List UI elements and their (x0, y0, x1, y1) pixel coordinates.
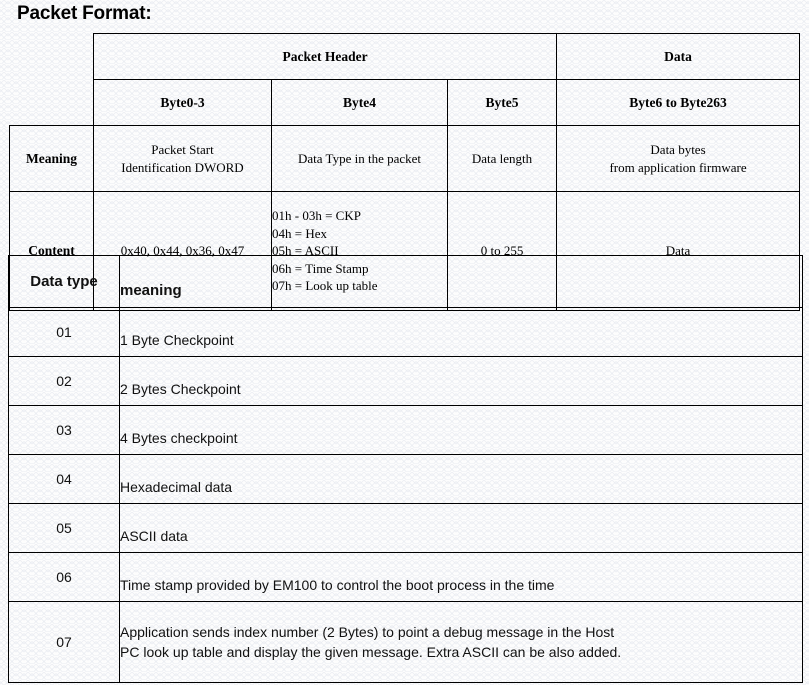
data-type-value-text: 05 (56, 520, 72, 536)
byte-header-byte4: Byte4 (271, 79, 448, 126)
group-header-spacer (10, 34, 94, 80)
data-type-value-text: 07 (56, 634, 72, 650)
data-type-header-row: Data type meaning (8, 255, 803, 308)
table-row: 07 Application sends index number (2 Byt… (8, 601, 803, 683)
content-byte4-line-1: 01h - 03h = CKP (272, 208, 361, 223)
meaning-byte5: Data length (446, 125, 558, 192)
data-type-meaning-text: Hexadecimal data (120, 479, 233, 495)
data-type-meaning: Application sends index number (2 Bytes)… (119, 601, 803, 683)
data-type-value-text: 04 (56, 471, 72, 487)
byte-header-byte0-3: Byte0-3 (93, 79, 272, 126)
group-header-packet-header: Packet Header (92, 33, 558, 80)
packet-format-meaning-row: Meaning Packet Start Identification DWOR… (9, 125, 801, 192)
byte-header-spacer (10, 80, 94, 126)
data-type-meaning-text: 4 Bytes checkpoint (120, 430, 238, 446)
data-type-value-text: 06 (56, 569, 72, 585)
packet-format-group-header-row: Packet Header Data (10, 33, 801, 80)
meaning-byte4-line-1: Data Type in the packet (297, 151, 422, 166)
data-type-value: 06 (8, 552, 120, 602)
byte-header-byte0-3-label: Byte0-3 (160, 95, 205, 110)
page-title: Packet Format: (17, 3, 152, 24)
group-header-data: Data (556, 33, 801, 80)
data-type-meaning-line-2: PC look up table and display the given m… (120, 644, 622, 660)
data-type-header-meaning-label: meaning (120, 281, 182, 299)
table-row: 06 Time stamp provided by EM100 to contr… (8, 552, 803, 602)
table-row: 05 ASCII data (8, 503, 803, 553)
data-type-meaning: Time stamp provided by EM100 to control … (119, 552, 803, 602)
row-label-meaning: Meaning (9, 125, 94, 192)
packet-format-byte-header-row: Byte0-3 Byte4 Byte5 Byte6 to Byte263 (10, 79, 801, 126)
data-type-value-text: 03 (56, 422, 72, 438)
meaning-data: Data bytes from application firmware (556, 125, 801, 192)
table-row: 01 1 Byte Checkpoint (8, 307, 803, 357)
meaning-data-line-2: from application firmware (609, 159, 747, 175)
data-type-meaning: ASCII data (119, 503, 803, 553)
meaning-byte0-3-line-2: Identification DWORD (121, 159, 244, 175)
group-header-packet-header-label: Packet Header (282, 49, 368, 64)
meaning-byte4: Data Type in the packet (271, 125, 448, 192)
data-type-header-type-label: Data type (30, 273, 98, 290)
data-type-meaning-text: ASCII data (120, 528, 188, 544)
data-type-meaning: 1 Byte Checkpoint (119, 307, 803, 357)
content-byte4-line-2: 04h = Hex (272, 225, 327, 241)
meaning-data-line-1: Data bytes (650, 142, 706, 157)
table-row: 04 Hexadecimal data (8, 454, 803, 504)
table-row: 02 2 Bytes Checkpoint (8, 356, 803, 406)
meaning-byte0-3-line-1: Packet Start (151, 142, 214, 157)
data-type-table: Data type meaning 01 1 Byte Checkpoint 0… (8, 255, 803, 683)
table-row: 03 4 Bytes checkpoint (8, 405, 803, 455)
data-type-value-text: 01 (56, 324, 72, 340)
row-label-meaning-text: Meaning (25, 151, 77, 166)
data-type-value: 07 (8, 601, 120, 683)
byte-header-byte6-263: Byte6 to Byte263 (556, 79, 801, 126)
data-type-meaning-text: 2 Bytes Checkpoint (120, 381, 241, 397)
data-type-meaning: 4 Bytes checkpoint (119, 405, 803, 455)
data-type-meaning-text: Time stamp provided by EM100 to control … (120, 577, 555, 593)
data-type-header-type: Data type (8, 255, 120, 308)
meaning-byte0-3: Packet Start Identification DWORD (93, 125, 272, 192)
byte-header-byte4-label: Byte4 (343, 95, 376, 110)
data-type-meaning: 2 Bytes Checkpoint (119, 356, 803, 406)
byte-header-byte5: Byte5 (446, 79, 558, 126)
data-type-header-meaning: meaning (119, 255, 803, 308)
data-type-meaning-line-1: Application sends index number (2 Bytes)… (120, 624, 615, 640)
byte-header-byte6-263-label: Byte6 to Byte263 (629, 95, 727, 110)
data-type-meaning: Hexadecimal data (119, 454, 803, 504)
data-type-value-text: 02 (56, 373, 72, 389)
group-header-data-label: Data (664, 49, 692, 64)
meaning-byte5-line-1: Data length (471, 151, 533, 166)
data-type-meaning-text: 1 Byte Checkpoint (120, 332, 234, 348)
byte-header-byte5-label: Byte5 (485, 95, 519, 110)
